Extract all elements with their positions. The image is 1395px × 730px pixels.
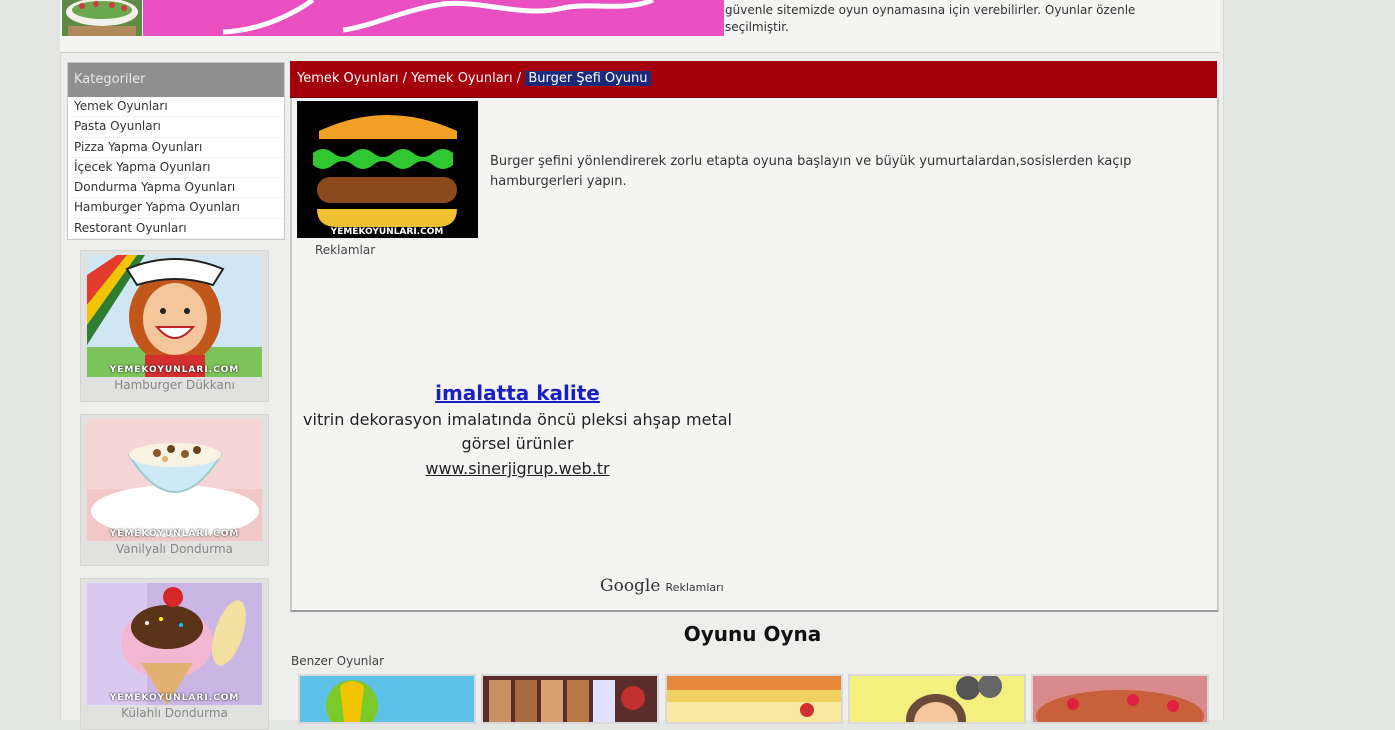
play-game-title: Oyunu Oyna [683,622,822,646]
category-link[interactable]: Pasta Oyunları [74,117,284,138]
header-description: güvenle sitemizde oyun oynamasına için v… [725,3,1136,34]
featured-game-thumbnail[interactable]: YEMEKOYUNLARI.COM [87,583,262,705]
category-link[interactable]: Dondurma Yapma Oyunları [74,178,284,199]
similar-game-thumbnail[interactable] [298,674,476,724]
featured-game-card[interactable]: YEMEKOYUNLARI.COM Vanilyalı Dondurma [80,414,269,566]
similar-game-thumbnail[interactable] [1031,674,1209,724]
game-image[interactable]: YEMEKOYUNLARI.COM [297,101,478,238]
similar-game-thumbnail[interactable] [848,674,1026,724]
game-description: Burger şefini yönlendirerek zorlu etapta… [490,154,1132,189]
category-link[interactable]: Yemek Oyunları [74,97,284,118]
category-link[interactable]: Pizza Yapma Oyunları [74,138,284,158]
breadcrumb-current: Burger Şefi Oyunu [525,71,651,86]
similar-game-thumbnail[interactable] [481,674,659,724]
similar-games-label: Benzer Oyunlar [291,654,385,668]
google-logo: Google [600,576,661,596]
google-ads-text: Reklamları [665,581,724,594]
featured-game-caption[interactable]: Hamburger Dükkanı [81,378,268,392]
featured-game-caption[interactable]: Vanilyalı Dondurma [81,542,268,556]
breadcrumb-separator: / [402,71,408,86]
category-list: Yemek Oyunları Pasta Oyunları Pizza Yapm… [68,97,284,240]
category-link[interactable]: İçecek Yapma Oyunları [74,158,284,179]
breadcrumb: Yemek Oyunları / Yemek Oyunları / Burger… [290,61,651,97]
featured-game-thumbnail[interactable]: YEMEKOYUNLARI.COM [87,419,262,541]
image-watermark: YEMEKOYUNLARI.COM [330,227,444,237]
ad-url-link[interactable]: www.sinerjigrup.web.tr [300,456,735,482]
category-link[interactable]: Restorant Oyunları [74,219,284,240]
ad-title-link[interactable]: imalatta kalite [300,378,735,408]
featured-game-card[interactable]: YEMEKOYUNLARI.COM Hamburger Dükkanı [80,250,269,402]
logo-cake-image[interactable] [62,0,142,36]
breadcrumb-bar: Yemek Oyunları / Yemek Oyunları / Burger… [290,61,1217,100]
featured-game-thumbnail[interactable]: YEMEKOYUNLARI.COM [87,255,262,377]
ad-text: vitrin dekorasyon imalatında öncü pleksi… [303,410,732,453]
similar-game-thumbnail[interactable] [665,674,843,724]
category-link[interactable]: Hamburger Yapma Oyunları [74,198,284,219]
categories-box: Kategoriler Yemek Oyunları Pasta Oyunlar… [67,62,285,240]
thumbnail-watermark: YEMEKOYUNLARI.COM [109,365,240,375]
ads-label: Reklamlar [315,243,376,257]
text-ad[interactable]: imalatta kalite vitrin dekorasyon imalat… [300,378,735,482]
featured-game-caption[interactable]: Külahlı Dondurma [81,706,268,720]
thumbnail-watermark: YEMEKOYUNLARI.COM [109,529,240,539]
breadcrumb-link[interactable]: Yemek Oyunları [411,71,512,86]
featured-game-card[interactable]: YEMEKOYUNLARI.COM Külahlı Dondurma [80,578,269,730]
breadcrumb-separator: / [516,71,522,86]
thumbnail-watermark: YEMEKOYUNLARI.COM [109,693,240,703]
categories-title: Kategoriler [68,63,284,97]
breadcrumb-link[interactable]: Yemek Oyunları [297,71,398,86]
logo-banner[interactable] [143,0,724,36]
google-ads-label[interactable]: Google Reklamları [600,576,724,596]
